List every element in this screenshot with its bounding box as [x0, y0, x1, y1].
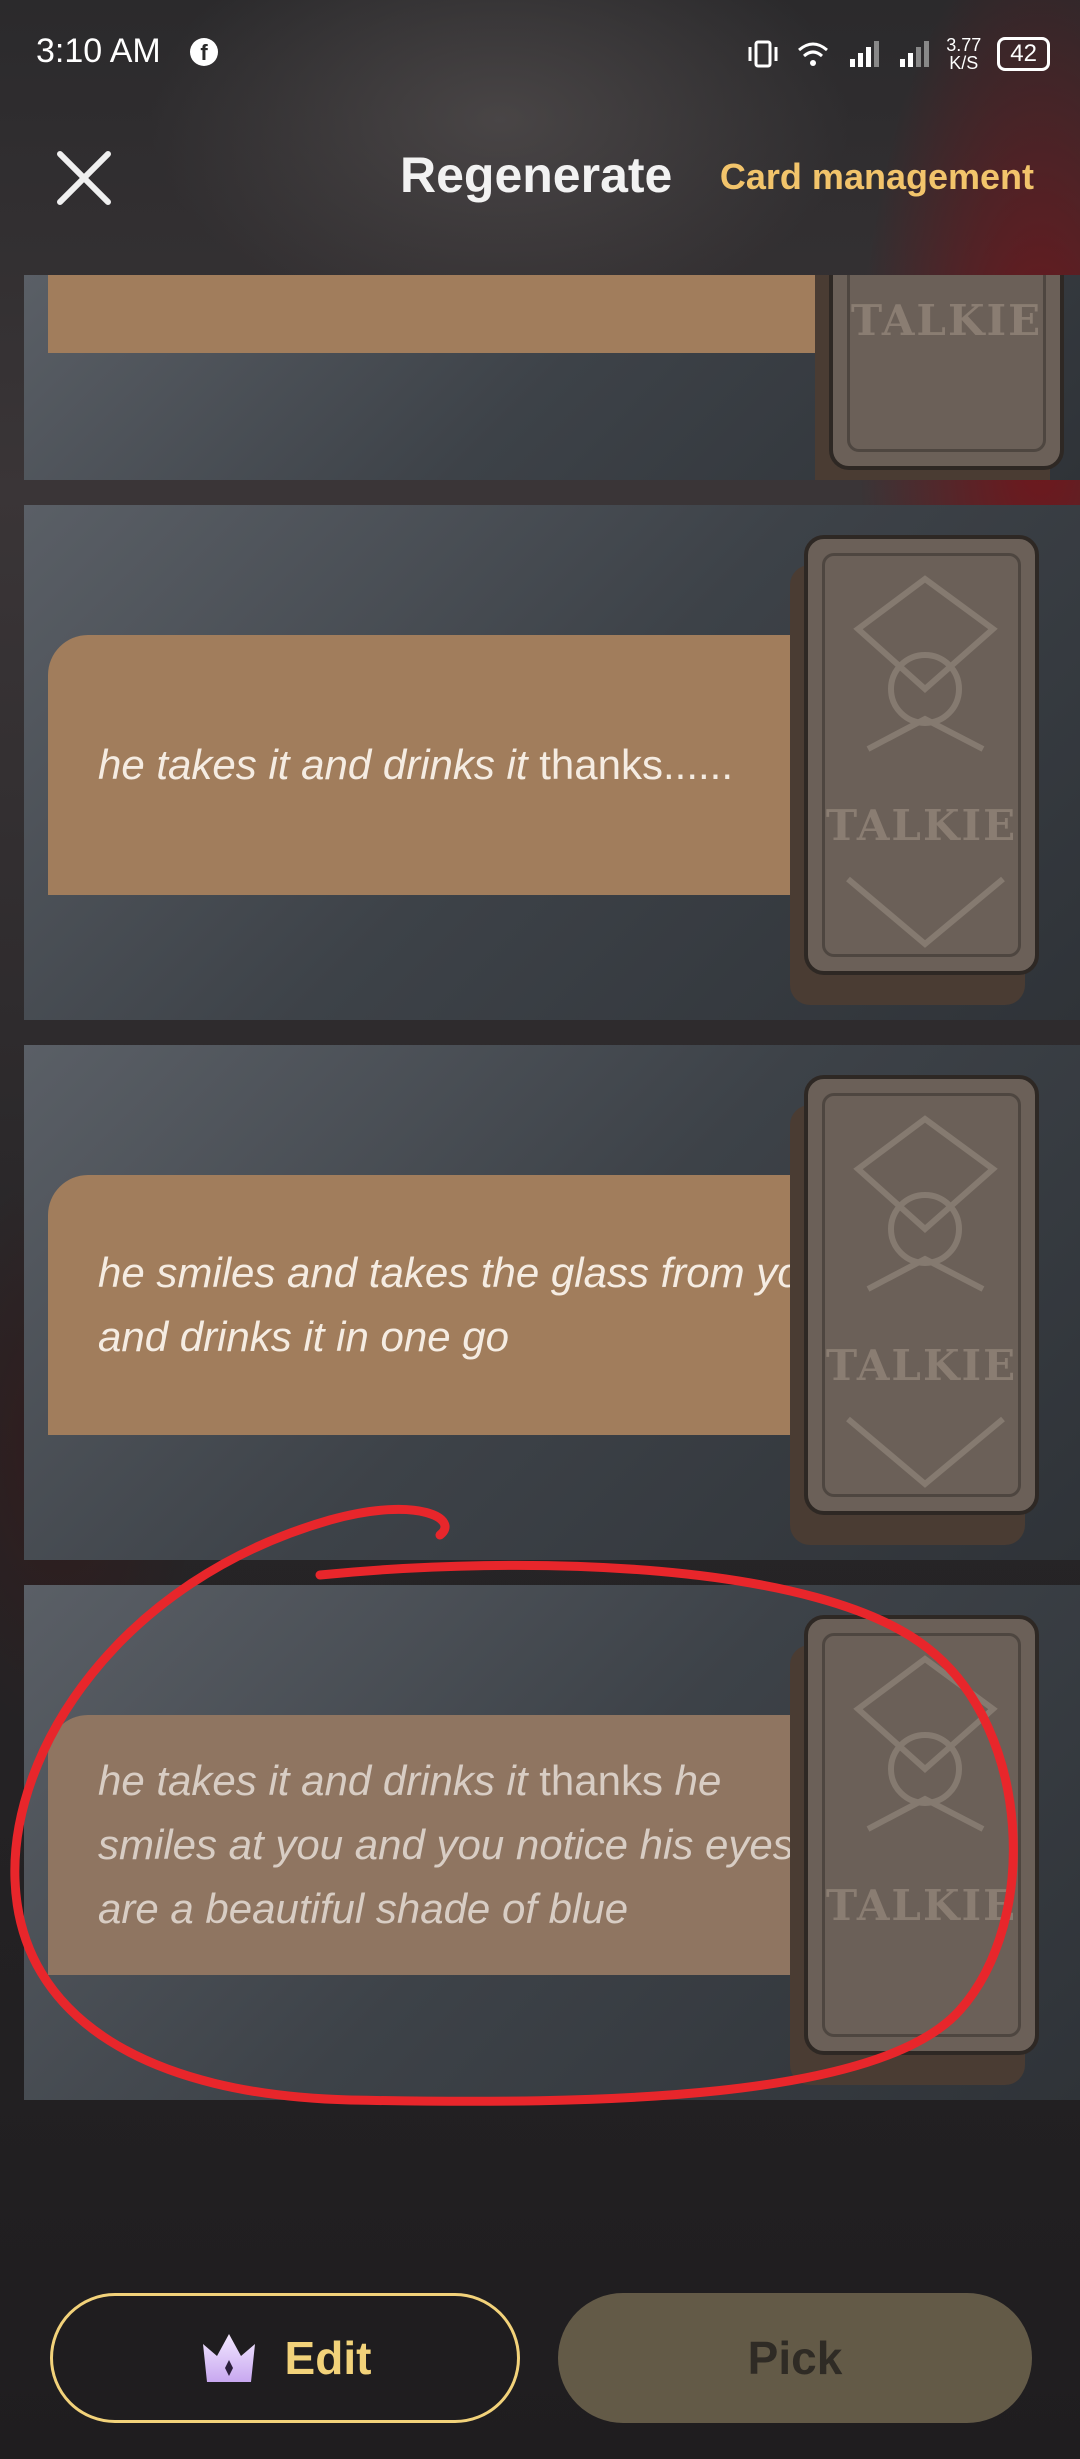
reply-bubble: he takes it and drinks it thanks he smil… [48, 1715, 868, 1975]
card-chevron-icon [846, 1416, 1005, 1488]
reply-bubble: he takes it and drinks it thanks...... [48, 635, 868, 895]
card-emblem-icon [853, 575, 998, 752]
page-title: Regenerate [400, 147, 673, 203]
wifi-icon [798, 42, 829, 66]
pick-button[interactable]: Pick [558, 2293, 1032, 2423]
signal-icon [850, 41, 880, 67]
reply-text-italic: he takes it and drinks it [98, 741, 528, 788]
card-icon: TALKIE [790, 535, 1039, 1005]
card-logo: TALKIE [825, 801, 1018, 850]
reply-option[interactable]: TALKIE [24, 275, 1080, 480]
card-icon: TALKIE [790, 1615, 1039, 2085]
reply-text: he takes it and drinks it thanks...... [98, 733, 828, 797]
reply-bubble [48, 275, 868, 353]
reply-text-italic: he smiles and takes the glass from you a… [98, 1249, 825, 1360]
signal-icon-2 [900, 41, 930, 67]
reply-option[interactable]: he takes it and drinks it thanks...... T… [24, 505, 1080, 1020]
close-icon[interactable] [52, 146, 116, 210]
card-logo: TALKIE [825, 1341, 1018, 1390]
bottom-bar: Edit Pick [0, 2250, 1080, 2459]
net-speed-unit: K/S [949, 53, 979, 73]
card-chevron-icon [846, 876, 1005, 948]
card-logo: TALKIE [850, 296, 1043, 345]
reply-option[interactable]: he smiles and takes the glass from you a… [24, 1045, 1080, 1560]
battery-icon: 42 [997, 37, 1050, 71]
status-time: 3:10 AM [36, 32, 161, 70]
reply-bubble: he smiles and takes the glass from you a… [48, 1175, 868, 1435]
card-management-link[interactable]: Card management [720, 156, 1034, 198]
card-logo: TALKIE [825, 1881, 1018, 1930]
crown-icon [202, 2334, 255, 2382]
card-emblem-icon [853, 1115, 998, 1292]
reply-text-italic: he takes it and drinks it [98, 1757, 528, 1804]
pick-label: Pick [747, 2332, 843, 2384]
reply-text: he smiles and takes the glass from you a… [98, 1241, 828, 1369]
vibrate-icon [748, 40, 778, 68]
facebook-icon: f [190, 38, 218, 66]
reply-text-plain: thanks...... [527, 741, 733, 788]
edit-label: Edit [284, 2332, 372, 2384]
edit-button[interactable]: Edit [50, 2293, 520, 2423]
card-icon: TALKIE [790, 1075, 1039, 1545]
card-emblem-icon [853, 1655, 998, 1832]
net-speed-value: 3.77 [946, 35, 982, 55]
reply-option-selected[interactable]: he takes it and drinks it thanks he smil… [24, 1585, 1080, 2100]
net-speed: 3.77 K/S [946, 36, 981, 72]
card-icon: TALKIE [815, 275, 1064, 480]
reply-text-plain: thanks [527, 1757, 675, 1804]
reply-text: he takes it and drinks it thanks he smil… [98, 1749, 828, 1941]
status-bar: 3:10 AM f 3.77 K/S 42 [0, 0, 1080, 110]
status-icons: 3.77 K/S 42 [746, 34, 1050, 74]
header: Regenerate Card management [0, 110, 1080, 280]
